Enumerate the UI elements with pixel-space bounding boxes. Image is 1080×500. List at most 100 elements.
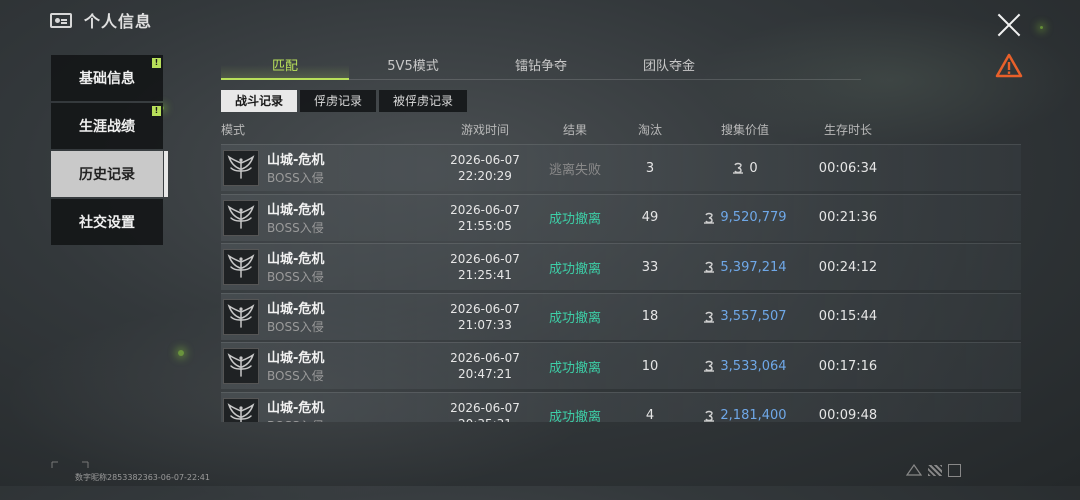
warning-icon (995, 53, 1023, 78)
loot-value: 2,181,400 (685, 393, 805, 422)
coin-icon (703, 311, 715, 323)
triangle-icon (906, 464, 922, 476)
corner-decoration (51, 461, 89, 468)
coin-icon (703, 261, 715, 273)
game-date: 2026-06-07 (450, 301, 520, 316)
tab-team-gold[interactable]: 团队夺金 (605, 55, 733, 79)
sidebar: 基础信息 ! 生涯战绩 ! 历史记录 社交设置 (51, 55, 168, 247)
mode-subtitle: BOSS入侵 (267, 319, 324, 334)
game-time: 2026-06-07 22:20:29 (435, 145, 535, 191)
survival-time: 00:09:48 (818, 408, 878, 422)
table-row[interactable]: 山城-危机BOSS入侵 2026-06-0720:35:31 成功撤离 4 2,181,… (221, 391, 1021, 423)
wings-emblem-icon (223, 150, 259, 186)
survival-time: 00:17:16 (818, 358, 878, 374)
loot-value: 3,557,507 (685, 294, 805, 340)
kills-count: 18 (641, 309, 659, 324)
tab-diamond[interactable]: 镭钻争夺 (477, 55, 605, 79)
kills-count: 33 (641, 259, 659, 275)
subtab-capture-records[interactable]: 俘虏记录 (300, 90, 377, 112)
history-table: 山城-危机 BOSS入侵 2026-06-07 22:20:29 逃离失败 3 0 00:06… (221, 144, 1021, 422)
result-label: 成功撤离 (548, 212, 601, 227)
table-row[interactable]: 山城-危机 BOSS入侵 2026-06-07 22:20:29 逃离失败 3 0 00:06… (221, 144, 1021, 191)
loot-amount: 3,533,064 (720, 358, 787, 374)
particle (178, 350, 184, 356)
column-header-result: 结果 (562, 123, 587, 137)
loot-amount: 5,397,214 (720, 259, 787, 275)
sidebar-item-social-settings[interactable]: 社交设置 (51, 199, 163, 245)
loot-value: 5,397,214 (685, 244, 805, 290)
loot-amount: 2,181,400 (720, 408, 787, 422)
sidebar-item-label: 历史记录 (79, 167, 135, 183)
wings-emblem-icon (223, 348, 259, 384)
sidebar-item-basic-info[interactable]: 基础信息 ! (51, 55, 163, 101)
notification-badge: ! (152, 58, 161, 68)
mode-tabs: 匹配 5V5模式 镭钻争夺 团队夺金 (221, 55, 861, 80)
watermark-text: 数字昵称2853382363-06-07-22:41 (75, 473, 210, 482)
sidebar-item-career-stats[interactable]: 生涯战绩 ! (51, 103, 163, 149)
wings-emblem-icon (223, 249, 259, 285)
game-clock: 22:20:29 (458, 169, 512, 183)
mode-subtitle: BOSS入侵 (267, 171, 324, 185)
game-date: 2026-06-07 (450, 153, 520, 167)
tab-5v5[interactable]: 5V5模式 (349, 55, 477, 79)
record-subtabs: 战斗记录 俘虏记录 被俘虏记录 (221, 90, 470, 112)
result-label: 成功撤离 (548, 360, 601, 376)
kills-count: 4 (645, 408, 655, 422)
game-clock: 20:35:31 (458, 416, 512, 423)
id-card-icon (50, 12, 72, 28)
game-clock: 21:25:41 (458, 268, 512, 282)
sidebar-item-label: 社交设置 (79, 215, 135, 231)
table-row[interactable]: 山城-危机 BOSS入侵 2026-06-07 21:25:41 成功撤离 33 5,397… (221, 243, 1021, 290)
game-time: 2026-06-0720:35:31 (435, 393, 535, 423)
table-row[interactable]: 山城-危机 BOSS入侵 2026-06-07 21:07:33 成功撤离 18 3,557… (221, 292, 1021, 340)
coin-icon (703, 360, 715, 372)
loot-amount: 9,520,779 (720, 210, 787, 225)
mode-subtitle: BOSS入侵 (267, 270, 324, 284)
tab-match[interactable]: 匹配 (221, 55, 349, 80)
sidebar-item-history[interactable]: 历史记录 (51, 151, 168, 197)
warning-button[interactable] (995, 53, 1023, 78)
mode-name: 山城-危机 (267, 351, 325, 366)
game-time: 2026-06-07 21:55:05 (435, 195, 535, 241)
square-icon (948, 463, 961, 477)
particle (1040, 26, 1043, 29)
game-date: 2026-06-07 (450, 400, 520, 415)
column-header-survival: 生存时长 (823, 123, 872, 137)
loot-value: 9,520,779 (685, 195, 805, 241)
brand-decoration (906, 461, 1036, 479)
mode-subtitle: BOSS入侵 (267, 369, 324, 383)
result-label: 成功撤离 (548, 410, 601, 422)
wings-emblem-icon (223, 199, 259, 236)
game-date: 2026-06-07 (450, 252, 520, 266)
mode-name: 山城-危机 (267, 301, 325, 317)
loot-value: 0 (685, 145, 805, 191)
game-time: 2026-06-07 20:47:21 (435, 343, 535, 389)
column-header-mode: 模式 (221, 123, 246, 137)
page-title: 个人信息 (84, 12, 153, 31)
result-label: 成功撤离 (548, 311, 601, 326)
survival-time: 00:24:12 (818, 259, 878, 275)
game-clock: 20:47:21 (458, 367, 512, 381)
coin-icon (703, 212, 715, 224)
loot-amount: 0 (749, 160, 758, 176)
wings-emblem-icon (223, 397, 259, 422)
stripes-icon (928, 464, 942, 476)
subtab-battle-records[interactable]: 战斗记录 (221, 90, 298, 112)
survival-time: 00:21:36 (818, 210, 878, 225)
notification-badge: ! (152, 106, 161, 116)
subtab-captured-records[interactable]: 被俘虏记录 (379, 90, 468, 112)
close-button[interactable] (996, 12, 1022, 38)
table-row[interactable]: 山城-危机 BOSS入侵 2026-06-07 21:55:05 成功撤离 49 9,520… (221, 193, 1021, 241)
mode-subtitle: BOSS入侵 (267, 220, 324, 235)
kills-count: 49 (641, 210, 659, 225)
mode-name: 山城-危机 (267, 252, 325, 267)
survival-time: 00:06:34 (818, 160, 878, 176)
game-date: 2026-06-07 (450, 351, 520, 365)
page-header: 个人信息 (50, 8, 152, 32)
table-row[interactable]: 山城-危机 BOSS入侵 2026-06-07 20:47:21 成功撤离 10 3,533… (221, 342, 1021, 389)
mode-subtitle: BOSS入侵 (267, 417, 324, 423)
sidebar-item-label: 基础信息 (79, 71, 135, 87)
table-header: 模式 游戏时间 结果 淘汰 搜集价值 生存时长 (221, 121, 1021, 139)
coin-icon (732, 162, 744, 174)
mode-name: 山城-危机 (267, 202, 325, 218)
